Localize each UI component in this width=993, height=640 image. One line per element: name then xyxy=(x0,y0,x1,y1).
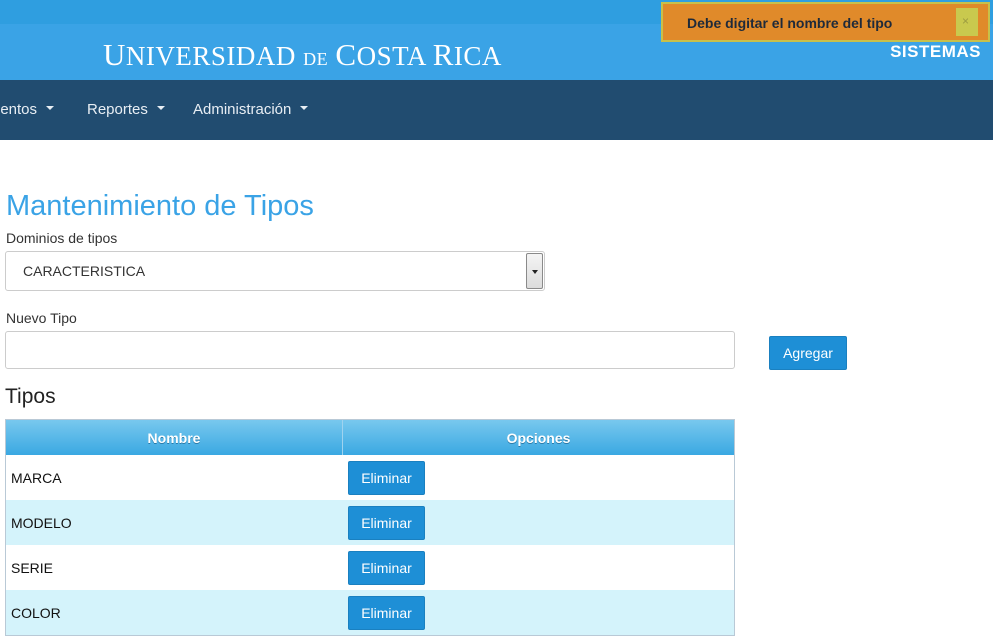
delete-button[interactable]: Eliminar xyxy=(348,595,425,630)
page-title: Mantenimiento de Tipos xyxy=(6,190,314,222)
column-header-nombre[interactable]: Nombre xyxy=(6,420,343,455)
table-row: MARCA Eliminar xyxy=(6,455,734,500)
error-toast: Debe digitar el nombre del tipo × xyxy=(661,2,990,42)
nav-item-administracion[interactable]: Administración xyxy=(193,101,309,118)
table-row: MODELO Eliminar xyxy=(6,500,734,545)
type-name: MODELO xyxy=(11,514,72,531)
delete-button[interactable]: Eliminar xyxy=(348,460,425,495)
add-button[interactable]: Agregar xyxy=(769,336,847,370)
caret-down-icon xyxy=(46,106,55,111)
brand-word: ICA xyxy=(453,41,502,71)
brand-letter: U xyxy=(103,37,126,72)
column-header-opciones: Opciones xyxy=(506,429,571,446)
domain-select[interactable]: CARACTERISTICA xyxy=(5,251,545,291)
toast-message: Debe digitar el nombre del tipo xyxy=(687,15,893,31)
university-logo-text[interactable]: UNIVERSIDAD DE COSTA RICA xyxy=(103,37,502,73)
delete-button[interactable]: Eliminar xyxy=(348,550,425,585)
new-type-label: Nuevo Tipo xyxy=(6,310,77,326)
close-glyph: × xyxy=(962,14,970,28)
close-icon[interactable]: × xyxy=(956,8,978,36)
types-heading: Tipos xyxy=(5,385,56,408)
table-header: Nombre Opciones xyxy=(6,420,734,455)
type-name: COLOR xyxy=(11,604,61,621)
delete-button[interactable]: Eliminar xyxy=(348,505,425,540)
nav-item-label: ientos xyxy=(0,101,38,118)
type-name: MARCA xyxy=(11,469,62,486)
brand-word: OSTA xyxy=(356,41,426,71)
brand-letter: C xyxy=(335,37,357,72)
domain-selected-value: CARACTERISTICA xyxy=(23,263,146,279)
caret-down-icon xyxy=(156,106,165,111)
brand-word: NIVERSIDAD xyxy=(125,41,296,71)
type-name: SERIE xyxy=(11,559,54,576)
new-type-input[interactable] xyxy=(5,331,735,369)
domain-label: Dominios de tipos xyxy=(6,230,118,246)
nav-item-reportes[interactable]: Reportes xyxy=(87,101,165,118)
section-name: SISTEMAS xyxy=(890,42,981,61)
table-row: SERIE Eliminar xyxy=(6,545,734,590)
nav-item-mantenimientos[interactable]: ientos xyxy=(0,101,55,118)
caret-down-icon xyxy=(300,106,309,111)
types-table: Nombre Opciones MARCA Eliminar MODELO El… xyxy=(5,419,735,636)
nav-item-label: Reportes xyxy=(87,101,148,118)
table-row: COLOR Eliminar xyxy=(6,590,734,635)
select-arrow-icon[interactable] xyxy=(526,253,543,289)
nav-item-label: Administración xyxy=(193,101,292,118)
brand-letter: R xyxy=(432,37,454,72)
brand-word: DE xyxy=(303,49,329,69)
